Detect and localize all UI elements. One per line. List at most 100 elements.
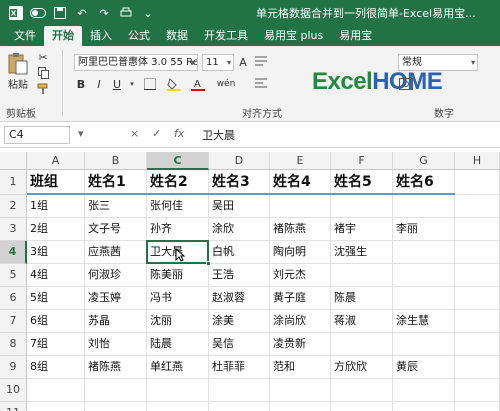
cell-h1[interactable] xyxy=(455,170,500,195)
row-header-2[interactable]: 2 xyxy=(0,195,27,218)
cell-b6[interactable]: 凌玉婷 xyxy=(85,287,147,310)
cell-g10[interactable] xyxy=(393,379,455,402)
currency-format-icon[interactable] xyxy=(398,76,414,92)
row-header-11[interactable]: 11 xyxy=(0,402,27,411)
cell-f7[interactable]: 蒋淑 xyxy=(331,310,393,333)
tab-insert[interactable]: 插入 xyxy=(82,26,120,46)
tab-yiyongbao[interactable]: 易用宝 xyxy=(331,26,380,46)
row-header-1[interactable]: 1 xyxy=(0,170,27,195)
row-header-9[interactable]: 9 xyxy=(0,356,27,379)
cell-e2[interactable] xyxy=(270,195,331,218)
tab-yiyongbao-plus[interactable]: 易用宝 plus xyxy=(256,26,331,46)
number-format-select[interactable]: 常规 ▾ xyxy=(398,54,478,71)
tab-formulas[interactable]: 公式 xyxy=(120,26,158,46)
cell-f10[interactable] xyxy=(331,379,393,402)
paste-button[interactable]: 粘贴 xyxy=(4,76,32,91)
cell-g7[interactable]: 涂生慧 xyxy=(393,310,455,333)
cell-h10[interactable] xyxy=(455,379,500,402)
cell-a8[interactable]: 7组 xyxy=(27,333,85,356)
cell-d1[interactable]: 姓名3 xyxy=(209,170,270,195)
cell-d10[interactable] xyxy=(209,379,270,402)
cell-e4[interactable]: 陶向明 xyxy=(270,241,331,264)
row-header-5[interactable]: 5 xyxy=(0,264,27,287)
cell-h5[interactable] xyxy=(455,264,500,287)
tab-home[interactable]: 开始 xyxy=(44,26,82,46)
cell-g2[interactable] xyxy=(393,195,455,218)
cell-f6[interactable]: 陈晨 xyxy=(331,287,393,310)
underline-button[interactable]: U xyxy=(110,76,124,92)
name-box[interactable]: C4 xyxy=(4,126,70,144)
column-header-d[interactable]: D xyxy=(209,152,270,170)
cell-b1[interactable]: 姓名1 xyxy=(85,170,147,195)
print-icon[interactable] xyxy=(118,5,134,21)
cell-e3[interactable]: 褚陈燕 xyxy=(270,218,331,241)
cell-d5[interactable]: 王浩 xyxy=(209,264,270,287)
cell-f2[interactable] xyxy=(331,195,393,218)
tab-data[interactable]: 数据 xyxy=(158,26,196,46)
column-header-h[interactable]: H xyxy=(455,152,500,170)
paste-icon[interactable] xyxy=(6,52,30,76)
redo-icon[interactable]: ↷ xyxy=(96,5,112,21)
cell-h9[interactable] xyxy=(455,356,500,379)
cell-b10[interactable] xyxy=(85,379,147,402)
cell-d9[interactable]: 杜菲菲 xyxy=(209,356,270,379)
cell-e1[interactable]: 姓名4 xyxy=(270,170,331,195)
cell-d6[interactable]: 赵淑蓉 xyxy=(209,287,270,310)
insert-function-icon[interactable]: fx xyxy=(174,127,184,140)
cell-g5[interactable] xyxy=(393,264,455,287)
copy-icon[interactable] xyxy=(36,66,50,80)
cell-g6[interactable] xyxy=(393,287,455,310)
increase-font-icon[interactable]: A xyxy=(238,54,248,70)
cell-b9[interactable]: 褚陈燕 xyxy=(85,356,147,379)
font-color-icon[interactable]: A xyxy=(190,76,206,92)
cell-f1[interactable]: 姓名5 xyxy=(331,170,393,195)
cell-a11[interactable] xyxy=(27,402,85,411)
cell-a7[interactable]: 6组 xyxy=(27,310,85,333)
cell-a1[interactable]: 班组 xyxy=(27,170,85,195)
cell-e7[interactable]: 涂尚欣 xyxy=(270,310,331,333)
select-all-corner[interactable] xyxy=(0,152,27,170)
cell-a4[interactable]: 3组 xyxy=(27,241,85,264)
cell-a10[interactable] xyxy=(27,379,85,402)
cancel-entry-icon[interactable]: × xyxy=(130,127,139,140)
cell-h3[interactable] xyxy=(455,218,500,241)
format-painter-icon[interactable] xyxy=(36,82,50,96)
row-header-10[interactable]: 10 xyxy=(0,379,27,402)
cell-g8[interactable] xyxy=(393,333,455,356)
chevron-down-icon[interactable]: ▾ xyxy=(128,76,136,92)
cell-e5[interactable]: 刘元杰 xyxy=(270,264,331,287)
cell-c9[interactable]: 单红燕 xyxy=(147,356,209,379)
cell-f9[interactable]: 方欣欣 xyxy=(331,356,393,379)
cell-c6[interactable]: 冯书 xyxy=(147,287,209,310)
name-box-dropdown-icon[interactable]: ▾ xyxy=(78,127,84,140)
cell-g3[interactable]: 李丽 xyxy=(393,218,455,241)
quick-access-more-icon[interactable]: ⌄ xyxy=(140,5,156,21)
phonetic-guide-button[interactable]: wén xyxy=(214,76,238,92)
cell-a9[interactable]: 8组 xyxy=(27,356,85,379)
cell-h2[interactable] xyxy=(455,195,500,218)
cell-a5[interactable]: 4组 xyxy=(27,264,85,287)
font-name-select[interactable]: 阿里巴巴普惠体 3.0 55 Regu▾ xyxy=(74,54,198,71)
worksheet-grid[interactable]: A B C D E F G H 1 班组 姓名1 姓名2 姓名3 姓名4 姓名5 姓名6 2 1组 张三 张何佳 吴田 3… xyxy=(0,148,500,411)
cell-f8[interactable] xyxy=(331,333,393,356)
cell-a2[interactable]: 1组 xyxy=(27,195,85,218)
column-header-f[interactable]: F xyxy=(331,152,393,170)
cell-e11[interactable] xyxy=(270,402,331,411)
border-icon[interactable] xyxy=(142,76,158,92)
cell-b2[interactable]: 张三 xyxy=(85,195,147,218)
row-header-6[interactable]: 6 xyxy=(0,287,27,310)
cell-b4[interactable]: 应燕茜 xyxy=(85,241,147,264)
cell-c2[interactable]: 张何佳 xyxy=(147,195,209,218)
save-icon[interactable] xyxy=(52,5,68,21)
cell-f4[interactable]: 沈强生 xyxy=(331,241,393,264)
cell-d3[interactable]: 涂欣 xyxy=(209,218,270,241)
cell-d7[interactable]: 涂美 xyxy=(209,310,270,333)
bold-button[interactable]: B xyxy=(74,76,88,92)
cell-b11[interactable] xyxy=(85,402,147,411)
cell-c1[interactable]: 姓名2 xyxy=(147,170,209,195)
undo-icon[interactable]: ↶ xyxy=(74,5,90,21)
column-header-c[interactable]: C xyxy=(147,152,209,170)
cell-a6[interactable]: 5组 xyxy=(27,287,85,310)
cell-f3[interactable]: 褚宇 xyxy=(331,218,393,241)
tab-file[interactable]: 文件 xyxy=(6,26,44,46)
